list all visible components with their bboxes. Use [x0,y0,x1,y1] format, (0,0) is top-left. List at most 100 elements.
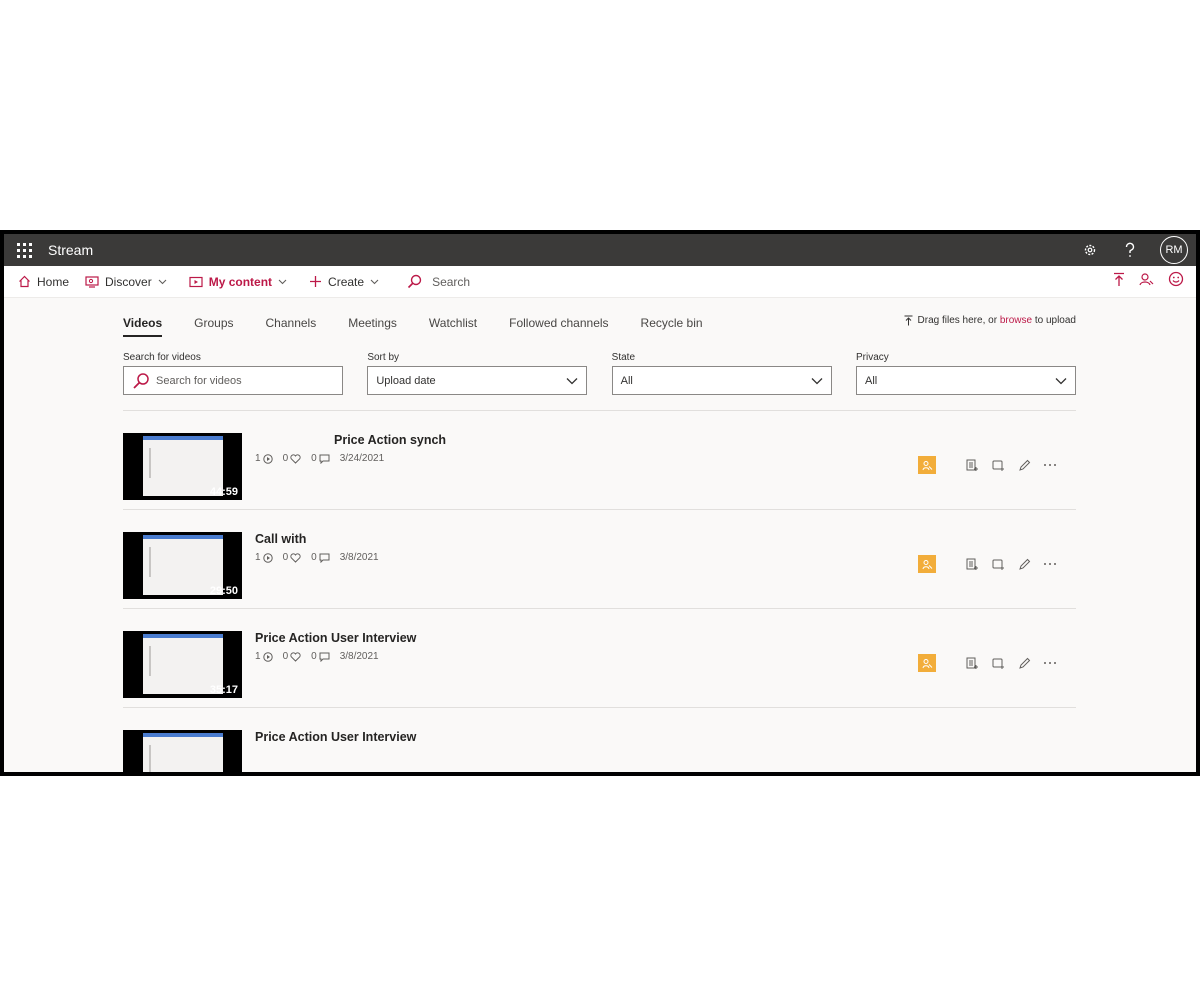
app-launcher-icon[interactable] [4,234,44,266]
play-circle-icon [262,552,273,563]
tab-recycle-bin[interactable]: Recycle bin [641,316,703,330]
nav-my-content[interactable]: My content [189,275,293,289]
video-title[interactable]: Price Action User Interview [255,730,416,744]
more-options-icon[interactable] [1043,656,1057,670]
tab-videos[interactable]: Videos [123,316,163,337]
add-to-watchlist-icon[interactable] [991,458,1005,472]
more-options-icon[interactable] [1043,557,1057,571]
thumbnail-content [149,448,199,478]
chevron-down-icon [811,377,823,384]
nav-home[interactable]: Home [18,275,69,289]
video-title[interactable]: Call with [255,532,379,546]
sort-by-value: Upload date [376,374,436,387]
search-icon [408,274,422,289]
chevron-down-icon [566,377,578,384]
permission-icon[interactable] [918,654,936,672]
upload-icon[interactable] [1113,272,1125,292]
video-thumbnail[interactable]: 44:59 [123,433,242,500]
search-icon [133,372,149,389]
tab-watchlist[interactable]: Watchlist [429,316,477,330]
state-filter: State All [611,352,832,395]
search-videos-input[interactable]: Search for videos [123,366,343,395]
content-tabs: Videos Groups Channels Meetings Watchlis… [123,298,1076,348]
sort-filter: Sort by Upload date [367,352,588,395]
tab-followed-channels[interactable]: Followed channels [509,316,608,330]
add-to-watchlist-icon[interactable] [991,656,1005,670]
add-to-list-icon[interactable] [965,458,979,472]
tab-groups[interactable]: Groups [194,316,233,330]
privacy-dropdown[interactable]: All [855,366,1076,395]
edit-pencil-icon[interactable] [1017,656,1031,670]
home-icon [19,275,30,288]
chevron-down-icon [370,279,379,284]
video-meta: 1 0 0 3/24/2021 [255,453,446,464]
video-title[interactable]: Price Action User Interview [255,631,416,645]
privacy-value: All [864,374,878,387]
nav-search[interactable]: Search [407,274,470,289]
video-meta: 1 0 0 3/8/2021 [255,651,416,662]
comment-icon [319,454,330,464]
user-avatar[interactable]: RM [1160,236,1188,264]
video-info: Price Action synch 1 0 0 3/24/2021 [255,433,446,464]
video-info: Price Action User Interview [255,730,416,744]
browse-link[interactable]: browse [1000,315,1032,326]
sort-by-dropdown[interactable]: Upload date [367,366,588,395]
upload-hint-prefix: Drag files here, or [917,315,998,326]
add-to-list-icon[interactable] [965,656,979,670]
state-dropdown[interactable]: All [611,366,832,395]
settings-gear-icon[interactable] [1080,240,1100,260]
person-icon[interactable] [1139,272,1154,292]
nav-search-label: Search [432,274,471,289]
feedback-smiley-icon[interactable] [1168,271,1184,292]
video-row[interactable]: 29:50 Call with 1 0 0 3/8/2021 [123,510,1076,609]
comment-count: 0 [311,552,317,563]
state-filter-label: State [611,352,636,363]
search-filter: Search for videos Search for videos [123,352,343,395]
upload-date: 3/8/2021 [339,552,379,563]
nav-create[interactable]: Create [309,275,385,289]
nav-create-label: Create [328,274,365,289]
filter-bar: Search for videos Search for videos Sort… [123,352,1076,395]
search-filter-label: Search for videos [123,352,201,363]
edit-pencil-icon[interactable] [1017,557,1031,571]
add-to-list-icon[interactable] [965,557,979,571]
main-content: Videos Groups Channels Meetings Watchlis… [123,298,1076,772]
video-info: Price Action User Interview 1 0 0 3/8/20… [255,631,416,662]
upload-hint: Drag files here, or browse to upload [904,315,1076,326]
help-question-icon[interactable] [1120,240,1140,260]
tab-channels[interactable]: Channels [266,316,317,330]
stream-window: Stream RM Home Discover My content Creat… [0,230,1200,776]
permission-icon[interactable] [918,456,936,474]
nav-discover[interactable]: Discover [85,275,173,289]
more-options-icon[interactable] [1043,458,1057,472]
video-row[interactable]: 35:17 Price Action User Interview 1 0 0 … [123,609,1076,708]
thumbnail-content [149,745,199,772]
video-actions [965,458,1057,472]
app-title[interactable]: Stream [48,242,93,258]
video-row[interactable]: Price Action User Interview [123,708,1076,772]
plus-icon [310,276,322,287]
heart-icon [290,651,301,662]
upload-date: 3/24/2021 [339,453,385,464]
video-duration: 35:17 [209,684,238,696]
video-thumbnail[interactable]: 29:50 [123,532,242,599]
sort-filter-label: Sort by [367,352,400,363]
video-thumbnail[interactable] [123,730,242,772]
video-meta: 1 0 0 3/8/2021 [255,552,379,563]
like-count: 0 [282,453,289,464]
thumbnail-screen [143,733,223,772]
permission-icon[interactable] [918,555,936,573]
upload-hint-suffix: to upload [1034,315,1076,326]
privacy-filter-label: Privacy [855,352,889,363]
view-count: 1 [255,651,261,662]
nav-bar: Home Discover My content Create Search [4,266,1196,298]
video-row[interactable]: 44:59 Price Action synch 1 0 0 3/24/2021 [123,411,1076,510]
edit-pencil-icon[interactable] [1017,458,1031,472]
view-count: 1 [255,552,261,563]
tab-meetings[interactable]: Meetings [348,316,397,330]
add-to-watchlist-icon[interactable] [991,557,1005,571]
comment-count: 0 [311,453,317,464]
video-title[interactable]: Price Action synch [255,433,446,447]
like-count: 0 [282,651,289,662]
video-thumbnail[interactable]: 35:17 [123,631,242,698]
